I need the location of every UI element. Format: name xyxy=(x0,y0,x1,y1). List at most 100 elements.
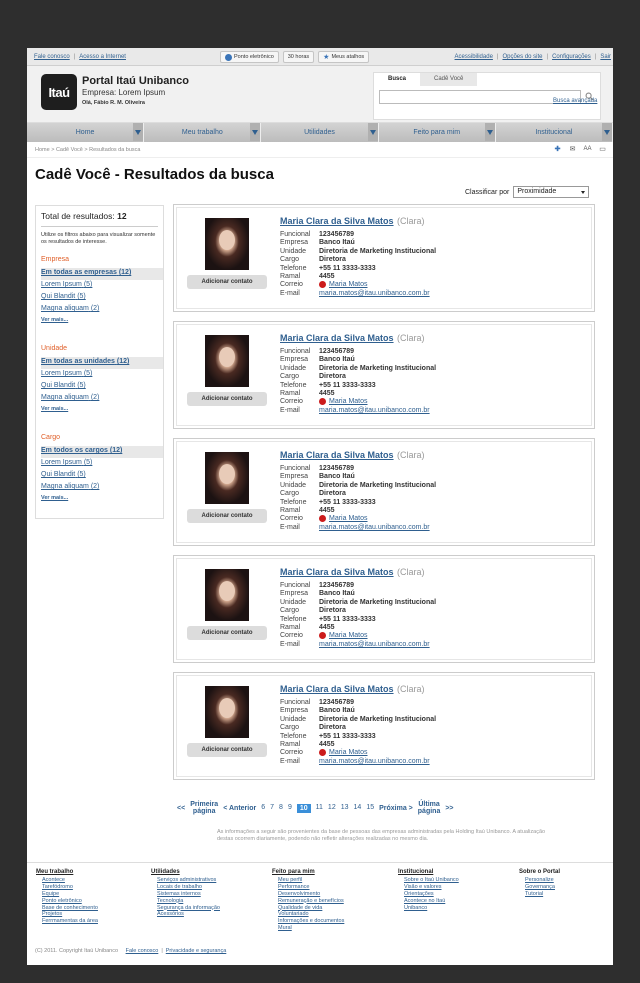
meus-atalhos-button[interactable]: ★ Meus atalhos xyxy=(318,51,370,63)
footer-link[interactable]: Performance xyxy=(272,884,344,891)
field-value-correio[interactable]: Maria Matos xyxy=(329,281,368,289)
footer-link[interactable]: Tecnologia xyxy=(151,898,220,905)
footer-link[interactable]: Acontece xyxy=(36,877,98,884)
person-name-link[interactable]: Maria Clara da Silva Matos xyxy=(280,216,394,226)
footer-link[interactable]: Locais de trabalho xyxy=(151,884,220,891)
filter-option[interactable]: Lorem Ipsum (5) xyxy=(41,369,163,381)
footer-column-title[interactable]: Feito para mim xyxy=(272,869,344,876)
chevron-down-icon[interactable] xyxy=(367,123,378,141)
field-value-correio[interactable]: Maria Matos xyxy=(329,515,368,523)
chevron-down-icon[interactable] xyxy=(484,123,495,141)
itau-logo[interactable]: Itaú xyxy=(41,74,77,110)
footer-link[interactable]: Base de conhecimento xyxy=(36,905,98,912)
footer-link[interactable]: Desenvolvimento xyxy=(272,891,344,898)
footer-link[interactable]: Sistemas internos xyxy=(151,891,220,898)
chevron-down-icon[interactable] xyxy=(602,123,613,141)
page-number-link[interactable]: 15 xyxy=(366,804,374,813)
ver-mais-link[interactable]: Ver mais... xyxy=(41,406,163,412)
field-value-email[interactable]: maria.matos@itau.unibanco.com.br xyxy=(319,290,430,298)
filter-option[interactable]: Em todas as empresas (12) xyxy=(41,268,163,280)
footer-link[interactable]: Orientações xyxy=(398,891,459,898)
footer-link[interactable]: Ferrmamentas da área xyxy=(36,918,98,925)
footer-link[interactable]: Governança xyxy=(519,884,560,891)
first-page-arrows[interactable]: << xyxy=(177,805,185,812)
chevron-down-icon[interactable] xyxy=(133,123,144,141)
nav-utilidades[interactable]: Utilidades xyxy=(261,123,379,142)
add-icon[interactable]: ✚ xyxy=(553,145,562,154)
add-contact-button[interactable]: Adicionar contato xyxy=(187,275,267,289)
add-contact-button[interactable]: Adicionar contato xyxy=(187,509,267,523)
page-number-link[interactable]: 12 xyxy=(328,804,336,813)
breadcrumb[interactable]: Home > Cadê Você > Resultados da busca xyxy=(35,147,140,153)
field-value-correio[interactable]: Maria Matos xyxy=(329,632,368,640)
filter-option[interactable]: Magna aliquam (2) xyxy=(41,393,163,405)
footer-link[interactable]: Informações e documentos xyxy=(272,918,344,925)
footer-privacidade-link[interactable]: Privacidade e segurança xyxy=(166,948,227,954)
filter-option[interactable]: Lorem Ipsum (5) xyxy=(41,458,163,470)
last-page-link[interactable]: Última página xyxy=(418,801,441,815)
filter-option[interactable]: Em todas as unidades (12) xyxy=(41,357,163,369)
footer-link[interactable]: Acontece no Itaú xyxy=(398,898,459,905)
field-value-email[interactable]: maria.matos@itau.unibanco.com.br xyxy=(319,758,430,766)
ponto-eletronico-button[interactable]: Ponto eletrônico xyxy=(220,51,279,63)
footer-fale-conosco-link[interactable]: Fale conosco xyxy=(126,948,159,954)
current-page[interactable]: 10 xyxy=(296,803,311,813)
footer-link[interactable]: Segurança da informação xyxy=(151,905,220,912)
next-page-link[interactable]: Próxima > xyxy=(379,805,413,812)
filter-option[interactable]: Qui Blandit (5) xyxy=(41,381,163,393)
filter-option[interactable]: Magna aliquam (2) xyxy=(41,304,163,316)
page-number-link[interactable]: 11 xyxy=(316,804,323,813)
page-number-link[interactable]: 7 xyxy=(270,804,274,813)
last-page-arrows[interactable]: >> xyxy=(445,805,453,812)
font-size-icon[interactable]: AA xyxy=(583,145,592,154)
acessibilidade-link[interactable]: Acessibilidade xyxy=(455,54,493,60)
opcoes-site-link[interactable]: Opções do site xyxy=(502,54,542,60)
fale-conosco-link[interactable]: Fale conosco xyxy=(34,54,70,60)
footer-link[interactable]: Equipe xyxy=(36,891,98,898)
footer-link[interactable]: Projetos xyxy=(36,911,98,918)
field-value-email[interactable]: maria.matos@itau.unibanco.com.br xyxy=(319,524,430,532)
footer-link[interactable]: Remuneração e benefícios xyxy=(272,898,344,905)
footer-column-title[interactable]: Sobre o Portal xyxy=(519,869,560,876)
add-contact-button[interactable]: Adicionar contato xyxy=(187,392,267,406)
footer-link[interactable]: Serviços administrativos xyxy=(151,877,220,884)
footer-link[interactable]: Mural xyxy=(272,925,344,932)
configuracoes-link[interactable]: Configurações xyxy=(552,54,591,60)
field-value-correio[interactable]: Maria Matos xyxy=(329,749,368,757)
footer-link[interactable]: Tutorial xyxy=(519,891,560,898)
footer-column-title[interactable]: Meu trabalho xyxy=(36,869,98,876)
footer-link[interactable]: Unibanco xyxy=(398,905,459,912)
chat-icon[interactable]: ▭ xyxy=(598,145,607,154)
field-value-email[interactable]: maria.matos@itau.unibanco.com.br xyxy=(319,641,430,649)
person-name-link[interactable]: Maria Clara da Silva Matos xyxy=(280,450,394,460)
filter-option[interactable]: Em todos os cargos (12) xyxy=(41,446,163,458)
footer-column-title[interactable]: Utilidades xyxy=(151,869,220,876)
footer-link[interactable]: Ponto eletrônico xyxy=(36,898,98,905)
field-value-correio[interactable]: Maria Matos xyxy=(329,398,368,406)
footer-link[interactable]: Personalize xyxy=(519,877,560,884)
footer-link[interactable]: Qualidade de vida xyxy=(272,905,344,912)
filter-option[interactable]: Magna aliquam (2) xyxy=(41,482,163,494)
tab-busca[interactable]: Busca xyxy=(374,73,421,86)
busca-avancada-link[interactable]: Busca avançada xyxy=(553,98,597,104)
page-number-link[interactable]: 13 xyxy=(341,804,349,813)
mail-icon[interactable]: ✉ xyxy=(568,145,577,154)
page-number-link[interactable]: 14 xyxy=(354,804,362,813)
filter-option[interactable]: Qui Blandit (5) xyxy=(41,292,163,304)
chevron-down-icon[interactable] xyxy=(250,123,261,141)
nav-meu-trabalho[interactable]: Meu trabalho xyxy=(144,123,262,142)
ver-mais-link[interactable]: Ver mais... xyxy=(41,495,163,501)
footer-link[interactable]: Voluntariado xyxy=(272,911,344,918)
person-name-link[interactable]: Maria Clara da Silva Matos xyxy=(280,684,394,694)
footer-link[interactable]: Acessórios xyxy=(151,911,220,918)
nav-feito-para-mim[interactable]: Feito para mim xyxy=(378,123,496,142)
add-contact-button[interactable]: Adicionar contato xyxy=(187,743,267,757)
sort-select[interactable]: Proximidade xyxy=(513,186,590,198)
nav-home[interactable]: Home xyxy=(27,123,145,142)
page-number-link[interactable]: 8 xyxy=(279,804,283,813)
filter-option[interactable]: Lorem Ipsum (5) xyxy=(41,280,163,292)
footer-link[interactable]: Sobre o Itaú Unibanco xyxy=(398,877,459,884)
tab-cade-voce[interactable]: Cadê Você xyxy=(420,73,478,86)
acesso-internet-link[interactable]: Acesso a Internet xyxy=(79,54,126,60)
footer-link[interactable]: Tarefódromo xyxy=(36,884,98,891)
